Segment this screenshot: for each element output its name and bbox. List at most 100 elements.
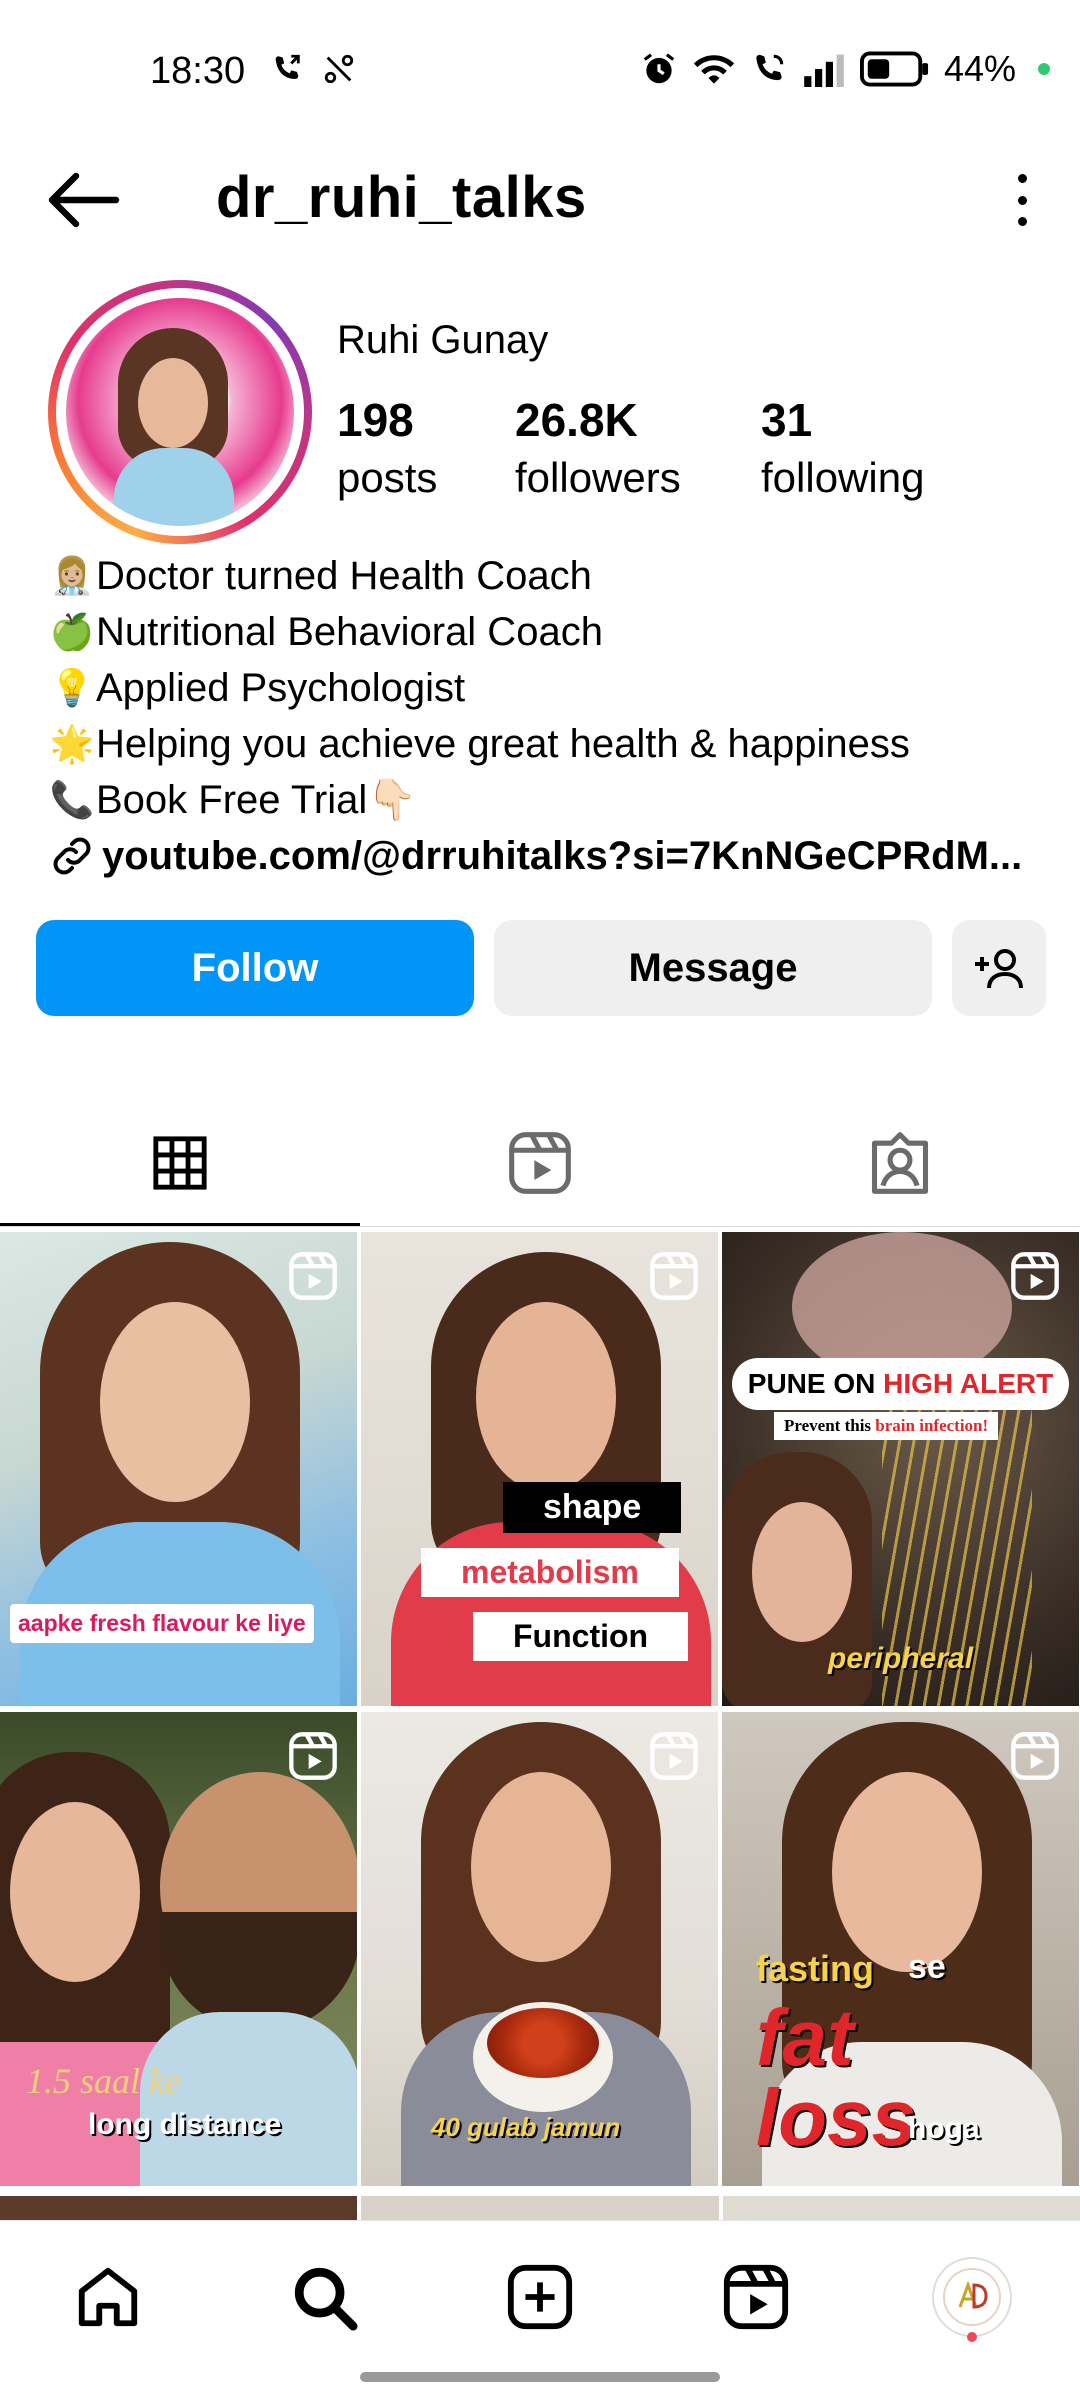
bio-text: Doctor turned Health Coach xyxy=(96,554,592,598)
avatar[interactable] xyxy=(48,280,312,544)
bio-text: Nutritional Behavioral Coach xyxy=(96,610,603,654)
telephone-emoji-icon: 📞 xyxy=(49,779,95,820)
reel-icon xyxy=(650,1732,698,1780)
nav-search[interactable] xyxy=(284,2257,364,2337)
reel-icon xyxy=(650,1252,698,1300)
profile-actions: Follow Message xyxy=(36,920,1046,1016)
posts-grid-row-partial xyxy=(0,2196,1080,2220)
message-button[interactable]: Message xyxy=(494,920,932,1016)
tab-grid[interactable] xyxy=(0,1100,360,1226)
post-tile[interactable]: aapke fresh flavour ke liye xyxy=(0,1232,357,1706)
battery-icon xyxy=(859,51,928,87)
stat-posts[interactable]: 198 posts xyxy=(337,392,515,506)
more-options-button[interactable] xyxy=(1002,168,1042,232)
post-tile[interactable]: fasting se fat loss hoga xyxy=(722,1712,1079,2186)
profile-stats: 198 posts 26.8K followers 31 following xyxy=(337,392,924,506)
posts-grid: aapke fresh flavour ke liye shape metabo… xyxy=(0,1232,1080,2186)
add-person-icon xyxy=(975,949,1023,989)
more-dot-icon xyxy=(1017,217,1027,226)
profile-username: dr_ruhi_talks xyxy=(216,165,587,230)
post-caption: fat xyxy=(756,1993,854,2082)
reels-icon xyxy=(723,2264,789,2330)
alarm-icon xyxy=(643,53,675,84)
post-caption: loss xyxy=(756,2073,917,2162)
follow-button[interactable]: Follow xyxy=(36,920,474,1016)
call-icon xyxy=(756,54,784,81)
profile-logo-icon xyxy=(943,2268,1001,2326)
post-tile[interactable]: PUNE ON HIGH ALERT Prevent this brain in… xyxy=(722,1232,1079,1706)
following-count: 31 xyxy=(761,394,813,446)
stat-following[interactable]: 31 following xyxy=(761,392,924,506)
tab-reels[interactable] xyxy=(360,1100,720,1226)
reel-icon xyxy=(289,1252,337,1300)
bio-line: 👩🏼‍⚕️ Doctor turned Health Coach xyxy=(48,548,1048,604)
posts-label: posts xyxy=(337,454,438,501)
display-name: Ruhi Gunay xyxy=(337,318,549,362)
tagged-icon xyxy=(871,1132,929,1194)
bio-link[interactable]: youtube.com/@drruhitalks?si=7KnNGeCPRdM.… xyxy=(48,828,1048,884)
bio-line: 🌟 Helping you achieve great health & hap… xyxy=(48,716,1048,772)
status-time: 18:30 xyxy=(150,50,246,92)
following-label: following xyxy=(761,454,925,501)
followers-label: followers xyxy=(515,454,681,501)
more-dot-icon xyxy=(1017,174,1027,183)
post-caption: Function xyxy=(473,1612,689,1661)
post-caption: peripheral xyxy=(828,1642,974,1675)
link-icon xyxy=(53,837,91,875)
back-button[interactable] xyxy=(44,168,124,232)
post-caption: 1.5 saal ke xyxy=(26,2061,181,2101)
post-subheadline: Prevent this brain infection! xyxy=(774,1412,999,1440)
star-emoji-icon: 🌟 xyxy=(49,723,95,764)
post-caption: metabolism xyxy=(421,1548,679,1597)
post-caption: 40 gulab jamun xyxy=(431,2112,621,2142)
reel-icon xyxy=(1011,1252,1059,1300)
post-tile[interactable]: shape metabolism Function xyxy=(361,1232,718,1706)
nav-reels[interactable] xyxy=(716,2257,796,2337)
home-indicator[interactable] xyxy=(360,2372,720,2382)
lightbulb-emoji-icon: 💡 xyxy=(49,667,95,708)
notification-dot xyxy=(967,2332,977,2342)
post-caption: long distance xyxy=(88,2108,282,2141)
post-tile[interactable]: 40 gulab jamun xyxy=(361,1712,718,2186)
posts-count: 198 xyxy=(337,394,414,446)
reels-icon xyxy=(509,1132,571,1194)
post-headline: PUNE ON HIGH ALERT xyxy=(732,1358,1069,1410)
home-icon xyxy=(78,2267,138,2327)
stat-followers[interactable]: 26.8K followers xyxy=(515,392,761,506)
bio-line: 📞 Book Free Trial👇🏻 xyxy=(48,772,1048,828)
tab-tagged[interactable] xyxy=(720,1100,1080,1226)
apple-emoji-icon: 🍏 xyxy=(49,611,95,652)
avatar-photo xyxy=(66,298,294,526)
nav-home[interactable] xyxy=(68,2257,148,2337)
post-caption: fasting xyxy=(756,1948,875,1989)
profile-header: dr_ruhi_talks xyxy=(0,150,1080,250)
status-bar: 18:30 44% xyxy=(0,0,1080,140)
suggest-users-button[interactable] xyxy=(952,920,1046,1016)
doctor-emoji-icon: 👩🏼‍⚕️ xyxy=(49,555,95,596)
post-tile[interactable]: 1.5 saal ke long distance xyxy=(0,1712,357,2186)
privacy-dot-icon xyxy=(1038,63,1050,75)
phone-forward-icon xyxy=(275,54,300,79)
arrow-left-icon xyxy=(48,172,120,228)
bio-text: Book Free Trial👇🏻 xyxy=(96,778,418,822)
bio-text: Applied Psychologist xyxy=(96,666,466,710)
followers-count: 26.8K xyxy=(515,394,638,446)
reel-icon xyxy=(289,1732,337,1780)
nav-profile-avatar[interactable] xyxy=(932,2257,1012,2337)
battery-percentage: 44% xyxy=(943,48,1016,89)
post-caption: shape xyxy=(503,1482,682,1533)
wifi-icon xyxy=(693,55,735,84)
search-icon xyxy=(294,2267,358,2331)
post-caption: hoga xyxy=(908,2112,980,2145)
grid-icon xyxy=(153,1136,207,1190)
post-caption: se xyxy=(908,1948,946,1986)
bio-line: 💡 Applied Psychologist xyxy=(48,660,1048,716)
bio-link-text: youtube.com/@drruhitalks?si=7KnNGeCPRdM.… xyxy=(102,834,1023,878)
reel-icon xyxy=(1011,1732,1059,1780)
nav-create[interactable] xyxy=(500,2257,580,2337)
profile-bio: 👩🏼‍⚕️ Doctor turned Health Coach 🍏 Nutri… xyxy=(48,548,1048,884)
profile-tabs xyxy=(0,1100,1080,1226)
more-dot-icon xyxy=(1017,195,1027,205)
bio-line: 🍏 Nutritional Behavioral Coach xyxy=(48,604,1048,660)
bio-text: Helping you achieve great health & happi… xyxy=(96,722,910,766)
